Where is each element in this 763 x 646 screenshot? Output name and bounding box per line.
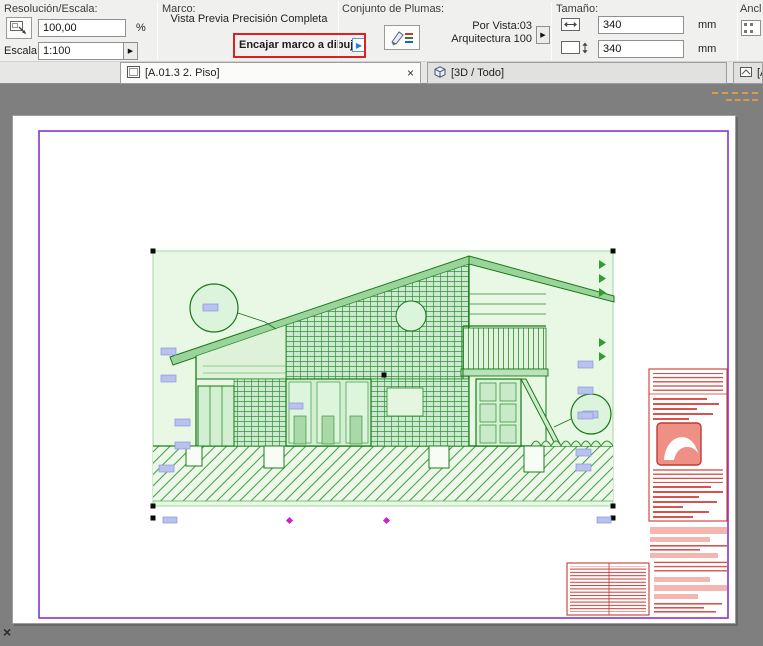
section-divider (551, 2, 552, 60)
layout-sheet-icon (127, 66, 140, 81)
annotation-dash-mark (712, 92, 758, 94)
pen-set-line2: Arquitectura 100 (424, 33, 532, 46)
width-unit: mm (698, 19, 716, 31)
tab-elevation-partial[interactable]: [Alz (733, 62, 763, 84)
width-input[interactable] (598, 16, 684, 34)
resolution-icon[interactable] (6, 17, 32, 39)
elevation-drawing[interactable] (153, 251, 614, 506)
tab-close-icon[interactable]: × (407, 67, 414, 79)
settings-toolbar: Resolución/Escala: % Escala: 1:100 ▶ Mar… (0, 0, 763, 62)
tab-layout-a013[interactable]: [A.01.3 2. Piso] × (120, 62, 421, 84)
height-input[interactable] (598, 40, 684, 58)
size-section-label: Tamaño: (556, 3, 598, 15)
preview-option[interactable]: Vista Previa Precisión Completa (160, 13, 338, 25)
pen-set-value: Por Vista:03 Arquitectura 100 (424, 20, 532, 46)
anchor-section-label: Ancl (740, 3, 761, 15)
origin-marker-icon: × (3, 625, 11, 639)
percent-label: % (136, 22, 146, 34)
layout-paper-svg (13, 116, 735, 623)
scale-dropdown[interactable]: 1:100 ▶ (38, 42, 138, 60)
anchor-point-selector[interactable] (741, 20, 761, 36)
pen-set-popup-arrow-icon[interactable]: ▶ (536, 26, 550, 44)
view-tab-bar: [A.01.3 2. Piso] × [3D / Todo] [Alz (0, 62, 763, 84)
elevation-view-icon (740, 66, 752, 81)
layout-paper-sheet[interactable] (12, 115, 736, 624)
scale-label: Escala: (4, 45, 40, 57)
section-divider (157, 2, 158, 60)
section-divider (737, 2, 738, 60)
pen-set-line1: Por Vista:03 (424, 20, 532, 33)
width-icon (560, 17, 590, 36)
pen-set-icon[interactable] (384, 25, 420, 50)
tab-elevation-label: [Alz (757, 67, 763, 79)
tab-layout-label: [A.01.3 2. Piso] (145, 67, 220, 79)
tab-3d-label: [3D / Todo] (451, 67, 504, 79)
annotation-dash-mark (726, 99, 758, 101)
resolution-input[interactable] (38, 19, 126, 37)
height-unit: mm (698, 43, 716, 55)
resolution-section-label: Resolución/Escala: (4, 3, 98, 15)
height-icon (560, 40, 590, 59)
layout-canvas[interactable]: × (0, 84, 763, 646)
pens-section-label: Conjunto de Plumas: (342, 3, 444, 15)
annotation-highlight-box (233, 33, 366, 58)
scale-popup-arrow-icon[interactable]: ▶ (123, 43, 137, 59)
tab-3d[interactable]: [3D / Todo] (427, 62, 727, 84)
cube-3d-icon (434, 66, 446, 81)
scale-value: 1:100 (39, 45, 123, 57)
